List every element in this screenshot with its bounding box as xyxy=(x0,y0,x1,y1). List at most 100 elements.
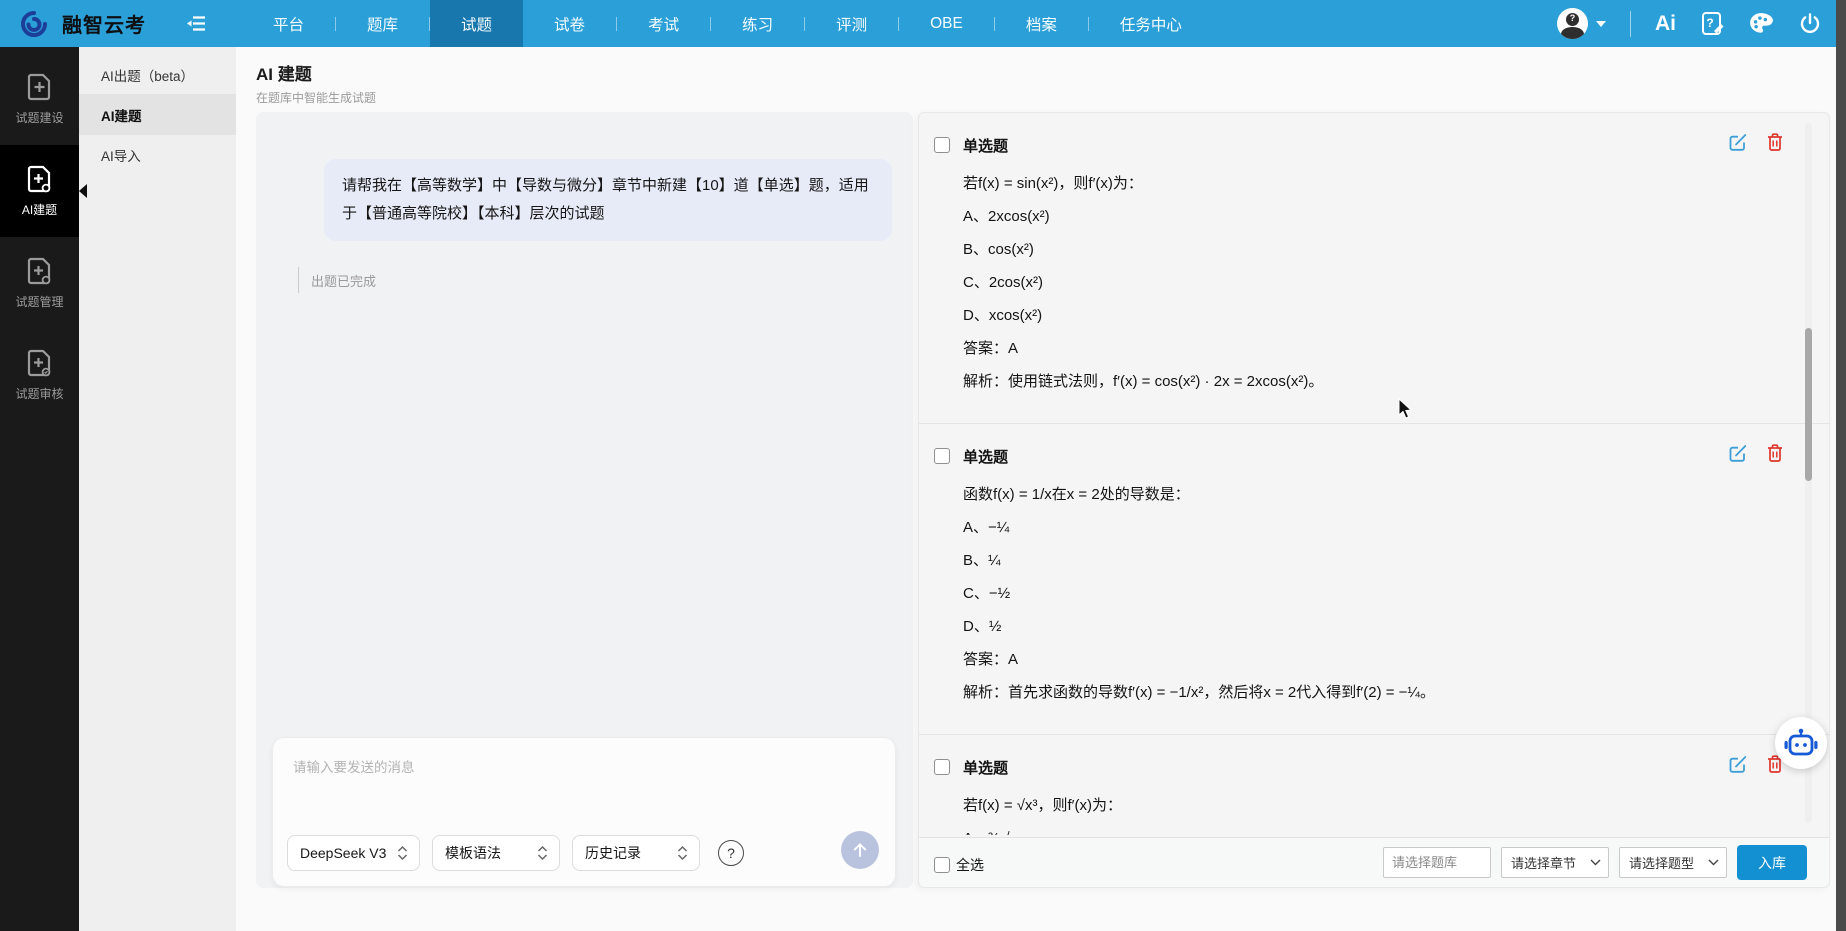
model-selector-value: DeepSeek V3 xyxy=(300,845,387,861)
model-selector[interactable]: DeepSeek V3 xyxy=(287,835,420,871)
logout-power-icon[interactable] xyxy=(1798,12,1822,36)
status-text: 出题已完成 xyxy=(311,273,377,289)
doc-plus-gear-icon xyxy=(27,165,51,193)
nav-obe[interactable]: OBE xyxy=(899,0,994,47)
page-scrollbar[interactable] xyxy=(1836,0,1846,931)
nav-papers[interactable]: 试卷 xyxy=(523,0,616,47)
page-subtitle: 在题库中智能生成试题 xyxy=(256,91,377,105)
theme-palette-icon[interactable] xyxy=(1748,11,1774,37)
submenu-item-ai-import[interactable]: AI导入 xyxy=(79,135,236,175)
question-answer: 答案：A xyxy=(963,651,1019,668)
question-option: B、cos(x²) xyxy=(963,241,1034,258)
edit-icon[interactable] xyxy=(1728,132,1748,152)
select-all-control: 全选 xyxy=(934,855,984,875)
bank-select-input[interactable] xyxy=(1383,847,1491,878)
edit-icon[interactable] xyxy=(1728,754,1748,774)
sidebar-item-ai-question[interactable]: AI建题 xyxy=(0,145,87,237)
sidebar-item-question-management[interactable]: 试题管理 xyxy=(0,237,79,329)
module-sidebar: 试题建设 AI建题 试题管理 试题审核 xyxy=(0,47,87,931)
nav-evaluation[interactable]: 评测 xyxy=(805,0,898,47)
question-type-select-value: 请选择题型 xyxy=(1629,856,1695,871)
question-card: 单选题 若f(x) = sin(x²)，则f′(x)为： A、2xcos(x²)… xyxy=(919,113,1829,424)
question-option: B、¼ xyxy=(963,552,1001,569)
question-stem: 函数f(x) = 1/x在x = 2处的导数是： xyxy=(963,486,1190,503)
question-card: 单选题 若f(x) = √x³，则f′(x)为： A、³⁄₂√x xyxy=(919,735,1829,835)
question-checkbox[interactable] xyxy=(934,759,950,775)
question-answer: 答案：A xyxy=(963,340,1019,357)
nav-archives[interactable]: 档案 xyxy=(995,0,1088,47)
chevron-down-icon xyxy=(1590,859,1601,866)
generated-questions-panel: 单选题 若f(x) = sin(x²)，则f′(x)为： A、2xcos(x²)… xyxy=(918,112,1830,888)
menu-collapse-icon[interactable] xyxy=(186,15,206,32)
submenu-item-ai-build[interactable]: AI建题 xyxy=(79,95,236,135)
nav-task-center[interactable]: 任务中心 xyxy=(1089,0,1213,47)
history-selector[interactable]: 历史记录 xyxy=(572,835,700,871)
question-option: A、−¼ xyxy=(963,519,1010,536)
top-nav-bar: 融智云考 平台 题库 试题 试卷 考试 练习 评测 OBE 档案 任务中心 ? … xyxy=(0,0,1846,47)
question-card: 单选题 函数f(x) = 1/x在x = 2处的导数是： A、−¼ B、¼ C、… xyxy=(919,424,1829,735)
robot-assistant-button[interactable] xyxy=(1775,717,1827,769)
sidebar-item-label: 试题审核 xyxy=(15,387,64,401)
question-type-label: 单选题 xyxy=(963,448,1009,466)
user-avatar[interactable]: ? xyxy=(1557,8,1588,39)
send-button[interactable] xyxy=(841,831,879,869)
nav-practice[interactable]: 练习 xyxy=(711,0,804,47)
brand-name: 融智云考 xyxy=(62,15,146,37)
edit-icon[interactable] xyxy=(1728,443,1748,463)
sidebar-item-label: AI建题 xyxy=(21,203,58,217)
help-doc-icon[interactable]: ? xyxy=(1700,11,1724,37)
select-all-checkbox[interactable] xyxy=(934,857,950,873)
chapter-select[interactable]: 请选择章节 xyxy=(1501,847,1609,878)
sidebar-item-question-building[interactable]: 试题建设 xyxy=(0,53,79,145)
nav-question-bank[interactable]: 题库 xyxy=(336,0,429,47)
delete-icon[interactable] xyxy=(1766,443,1784,463)
user-menu[interactable]: ? xyxy=(1557,8,1606,39)
brand: 融智云考 xyxy=(0,8,146,40)
message-input[interactable] xyxy=(279,744,879,814)
submenu-item-ai-generate-beta[interactable]: AI出题（beta） xyxy=(79,55,236,95)
questions-footer-bar: 全选 请选择章节 请选择题型 入库 xyxy=(919,837,1829,887)
question-option: A、³⁄₂√x xyxy=(963,822,1811,835)
questions-scroll-area: 单选题 若f(x) = sin(x²)，则f′(x)为： A、2xcos(x²)… xyxy=(919,113,1829,835)
status-left-bar xyxy=(298,267,299,293)
chevron-down-icon xyxy=(1708,859,1719,866)
doc-plus-check-icon xyxy=(27,349,51,377)
question-option: D、½ xyxy=(963,618,1002,635)
updown-chevron-icon xyxy=(677,845,688,861)
main-nav: 平台 题库 试题 试卷 考试 练习 评测 OBE 档案 任务中心 xyxy=(242,0,1213,47)
question-stem: 若f(x) = sin(x²)，则f′(x)为： xyxy=(963,175,1143,192)
question-analysis: 解析：首先求函数的导数f′(x) = −1/x²，然后将x = 2代入得到f′(… xyxy=(963,684,1435,701)
sidebar-item-question-review[interactable]: 试题审核 xyxy=(0,329,79,421)
nav-platform[interactable]: 平台 xyxy=(242,0,335,47)
question-checkbox[interactable] xyxy=(934,448,950,464)
chevron-down-icon[interactable] xyxy=(1596,20,1606,27)
chat-input-card: DeepSeek V3 模板语法 历史记 xyxy=(272,737,896,887)
nav-exams[interactable]: 考试 xyxy=(617,0,710,47)
history-selector-value: 历史记录 xyxy=(585,845,641,861)
help-icon[interactable]: ? xyxy=(718,840,744,866)
panel-scrollbar-thumb[interactable] xyxy=(1805,328,1812,481)
ai-assistant-button[interactable]: Ai xyxy=(1655,12,1676,36)
updown-chevron-icon xyxy=(397,845,408,861)
app-window: 融智云考 平台 题库 试题 试卷 考试 练习 评测 OBE 档案 任务中心 ? … xyxy=(0,0,1846,931)
delete-icon[interactable] xyxy=(1766,132,1784,152)
sidebar-item-label: 试题建设 xyxy=(15,111,64,125)
robot-icon xyxy=(1784,728,1818,756)
chapter-select-value: 请选择章节 xyxy=(1511,856,1577,871)
question-type-select[interactable]: 请选择题型 xyxy=(1619,847,1727,878)
nav-questions[interactable]: 试题 xyxy=(430,0,524,47)
question-analysis: 解析：使用链式法则，f′(x) = cos(x²) · 2x = 2xcos(x… xyxy=(963,373,1324,390)
question-option: C、−½ xyxy=(963,585,1011,602)
question-checkbox[interactable] xyxy=(934,137,950,153)
chat-panel: 请帮我在【高等数学】中【导数与微分】章节中新建【10】道【单选】题，适用于【普通… xyxy=(256,112,913,888)
template-syntax-selector[interactable]: 模板语法 xyxy=(432,835,560,871)
topbar-right-cluster: ? Ai ? xyxy=(1557,0,1822,47)
main-content: AI 建题 在题库中智能生成试题 请帮我在【高等数学】中【导数与微分】章节中新建… xyxy=(236,47,1836,931)
brand-logo-icon xyxy=(21,10,47,37)
chat-toolbar: DeepSeek V3 模板语法 历史记录 ? xyxy=(287,835,744,871)
question-stem: 若f(x) = √x³，则f′(x)为： xyxy=(963,797,1122,814)
user-message-bubble: 请帮我在【高等数学】中【导数与微分】章节中新建【10】道【单选】题，适用于【普通… xyxy=(324,159,892,241)
import-to-bank-button[interactable]: 入库 xyxy=(1737,845,1807,880)
doc-plus-shield-icon xyxy=(27,257,51,285)
question-type-label: 单选题 xyxy=(963,759,1009,777)
